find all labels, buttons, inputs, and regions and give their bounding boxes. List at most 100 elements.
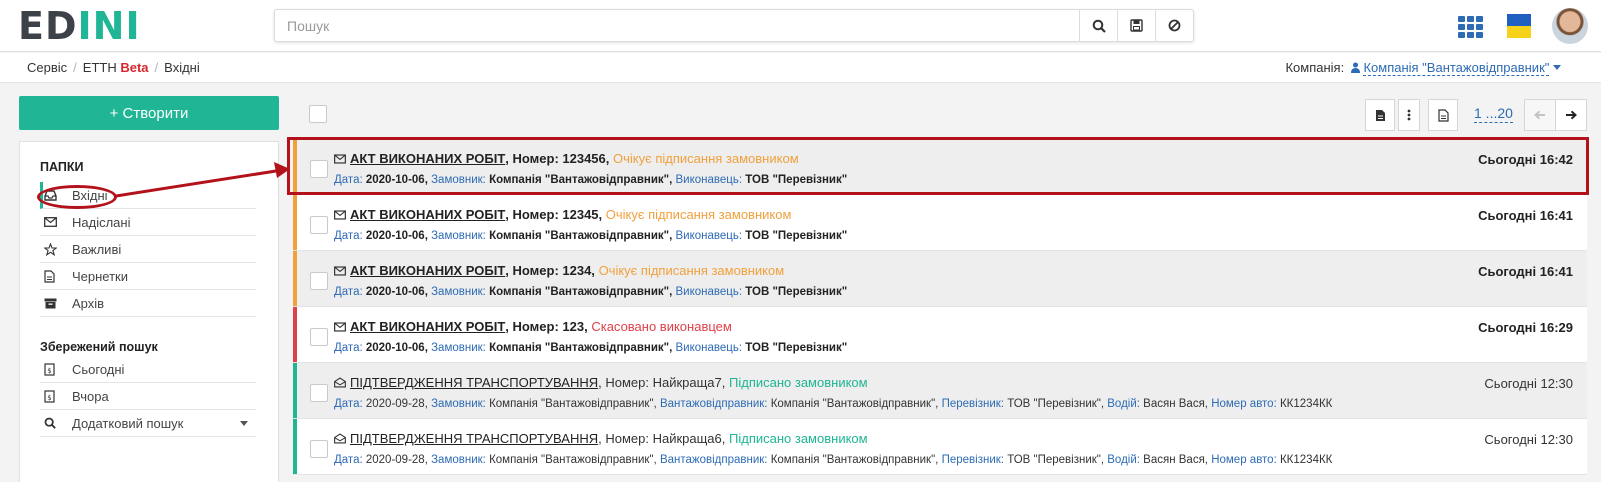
document-row[interactable]: АКТ ВИКОНАНИХ РОБІТ , Номер: 1234, Очіку… (293, 251, 1587, 307)
envelope-open-icon (334, 433, 346, 444)
logo-text-2: I (77, 4, 93, 48)
search-button[interactable] (1079, 10, 1117, 41)
arrow-right-icon (1566, 110, 1577, 120)
document-status: Підписано замовником (729, 431, 868, 446)
driver-value: Васян Вася, (1143, 454, 1208, 466)
search-input[interactable] (275, 10, 1079, 41)
sidebar-item-important[interactable]: Важливі (40, 236, 256, 263)
saved-search-yesterday[interactable]: $ Вчора (40, 383, 256, 410)
beta-badge: Beta (120, 60, 149, 75)
document-type-link[interactable]: АКТ ВИКОНАНИХ РОБІТ (350, 263, 505, 278)
sidebar-panel: ПАПКИ Вхідні Надіслані Важливі Чернетки … (19, 141, 279, 482)
caret-down-icon (1553, 65, 1561, 70)
document-row[interactable]: ПІДТВЕРДЖЕННЯ ТРАНСПОРТУВАННЯ , Номер: Н… (293, 419, 1587, 475)
breadcrumb-ettn[interactable]: ЕТТН Beta (83, 60, 149, 75)
sidebar-item-sent[interactable]: Надіслані (40, 209, 256, 236)
caret-down-icon[interactable] (240, 421, 248, 426)
folders-title: ПАПКИ (40, 160, 84, 174)
row-checkbox[interactable] (310, 272, 328, 290)
document-type-link[interactable]: АКТ ВИКОНАНИХ РОБІТ (350, 319, 505, 334)
company-value[interactable]: Компанія "Вантажовідправник" (1363, 60, 1550, 76)
document-type-link[interactable]: АКТ ВИКОНАНИХ РОБІТ (350, 151, 505, 166)
breadcrumb: Сервіс / ЕТТН Beta / Вхідні (27, 60, 200, 75)
next-page-button[interactable] (1555, 99, 1587, 131)
archive-icon (44, 298, 66, 309)
date-value: 2020-10-06, (365, 342, 428, 354)
more-actions-button[interactable] (1398, 99, 1420, 131)
document-row[interactable]: АКТ ВИКОНАНИХ РОБІТ , Номер: 123, Скасов… (293, 307, 1587, 363)
floppy-icon (1130, 19, 1143, 32)
sidebar-item-archive[interactable]: Архів (40, 290, 256, 317)
edin-logo[interactable]: ED I N I (18, 4, 141, 48)
document-type-link[interactable]: ПІДТВЕРДЖЕННЯ ТРАНСПОРТУВАННЯ (350, 375, 598, 390)
logo-text-3: N (92, 4, 126, 48)
date-label: Дата: (334, 230, 363, 242)
document-row[interactable]: АКТ ВИКОНАНИХ РОБІТ , Номер: 123456, Очі… (293, 139, 1587, 195)
saved-search-advanced[interactable]: Додатковий пошук (40, 410, 256, 437)
sidebar-item-label: Чернетки (72, 268, 129, 284)
document-number: , Номер: Найкраща6, (598, 431, 726, 446)
document-time: Сьогодні 12:30 (1484, 432, 1573, 447)
row-checkbox[interactable] (310, 440, 328, 458)
document-time: Сьогодні 16:41 (1478, 264, 1573, 279)
driver-value: Васян Вася, (1143, 398, 1208, 410)
row-title-line: АКТ ВИКОНАНИХ РОБІТ , Номер: 1234, Очіку… (334, 263, 784, 278)
executor-label: Виконавець: (675, 230, 743, 242)
row-checkbox[interactable] (310, 160, 328, 178)
pagination-range[interactable]: 1 ...20 (1474, 105, 1513, 123)
date-label: Дата: (334, 174, 363, 186)
document-status: Очікує підписання замовником (598, 263, 785, 278)
breadcrumb-service[interactable]: Сервіс (27, 60, 67, 75)
row-checkbox[interactable] (310, 216, 328, 234)
customer-label: Замовник: (431, 398, 486, 410)
customer-label: Замовник: (431, 174, 486, 186)
select-all-checkbox[interactable] (309, 105, 327, 123)
logo-text-4: I (125, 4, 141, 48)
document-type-link[interactable]: АКТ ВИКОНАНИХ РОБІТ (350, 207, 505, 222)
document-time: Сьогодні 16:41 (1478, 208, 1573, 223)
user-icon (1350, 62, 1360, 73)
sidebar-item-inbox[interactable]: Вхідні (40, 182, 256, 209)
carrier-label: Перевізник: (941, 398, 1004, 410)
saved-search-today[interactable]: $ Сьогодні (40, 356, 256, 383)
ukraine-flag-icon[interactable] (1507, 14, 1531, 38)
customer-value: Компанія "Вантажовідправник", (489, 342, 673, 354)
document-status: Очікує підписання замовником (613, 151, 799, 166)
row-meta-line: Дата: 2020-10-06, Замовник: Компанія "Ва… (334, 342, 847, 354)
sidebar-item-label: Сьогодні (72, 361, 125, 377)
inbox-icon (44, 189, 66, 201)
carrier-value: ТОВ "Перевізник", (1007, 398, 1105, 410)
document-time: Сьогодні 16:29 (1478, 320, 1573, 335)
document-row[interactable]: ПІДТВЕРДЖЕННЯ ТРАНСПОРТУВАННЯ , Номер: Н… (293, 363, 1587, 419)
document-view-button[interactable] (1428, 99, 1458, 131)
shipper-label: Вантажовідправник: (659, 454, 768, 466)
customer-value: Компанія "Вантажовідправник", (489, 174, 673, 186)
prev-page-button[interactable] (1524, 99, 1556, 131)
row-checkbox[interactable] (310, 384, 328, 402)
save-search-button[interactable] (1117, 10, 1155, 41)
clear-search-button[interactable] (1155, 10, 1193, 41)
apps-grid-icon[interactable] (1458, 16, 1484, 38)
company-selector[interactable]: Компанія: Компанія "Вантажовідправник" (1285, 60, 1561, 76)
executor-value: ТОВ "Перевізник" (745, 174, 848, 186)
document-row[interactable]: АКТ ВИКОНАНИХ РОБІТ , Номер: 12345, Очік… (293, 195, 1587, 251)
calendar-icon: $ (44, 362, 66, 376)
create-button[interactable]: + Створити (19, 96, 279, 130)
document-type-link[interactable]: ПІДТВЕРДЖЕННЯ ТРАНСПОРТУВАННЯ (350, 431, 598, 446)
document-status: Підписано замовником (729, 375, 868, 390)
status-stripe (293, 419, 297, 474)
row-checkbox[interactable] (310, 328, 328, 346)
document-number: , Номер: 12345, (505, 207, 603, 222)
search-icon (1092, 19, 1106, 33)
user-avatar[interactable] (1552, 8, 1588, 44)
executor-value: ТОВ "Перевізник" (745, 286, 848, 298)
sidebar-item-drafts[interactable]: Чернетки (40, 263, 256, 290)
customer-value: Компанія "Вантажовідправник", (489, 286, 673, 298)
file-icon (1437, 108, 1449, 122)
executor-value: ТОВ "Перевізник" (745, 230, 848, 242)
envelope-icon (334, 265, 346, 276)
date-label: Дата: (334, 342, 363, 354)
sidebar-item-label: Вчора (72, 388, 109, 404)
export-button[interactable] (1365, 99, 1395, 131)
envelope-icon (44, 217, 66, 227)
